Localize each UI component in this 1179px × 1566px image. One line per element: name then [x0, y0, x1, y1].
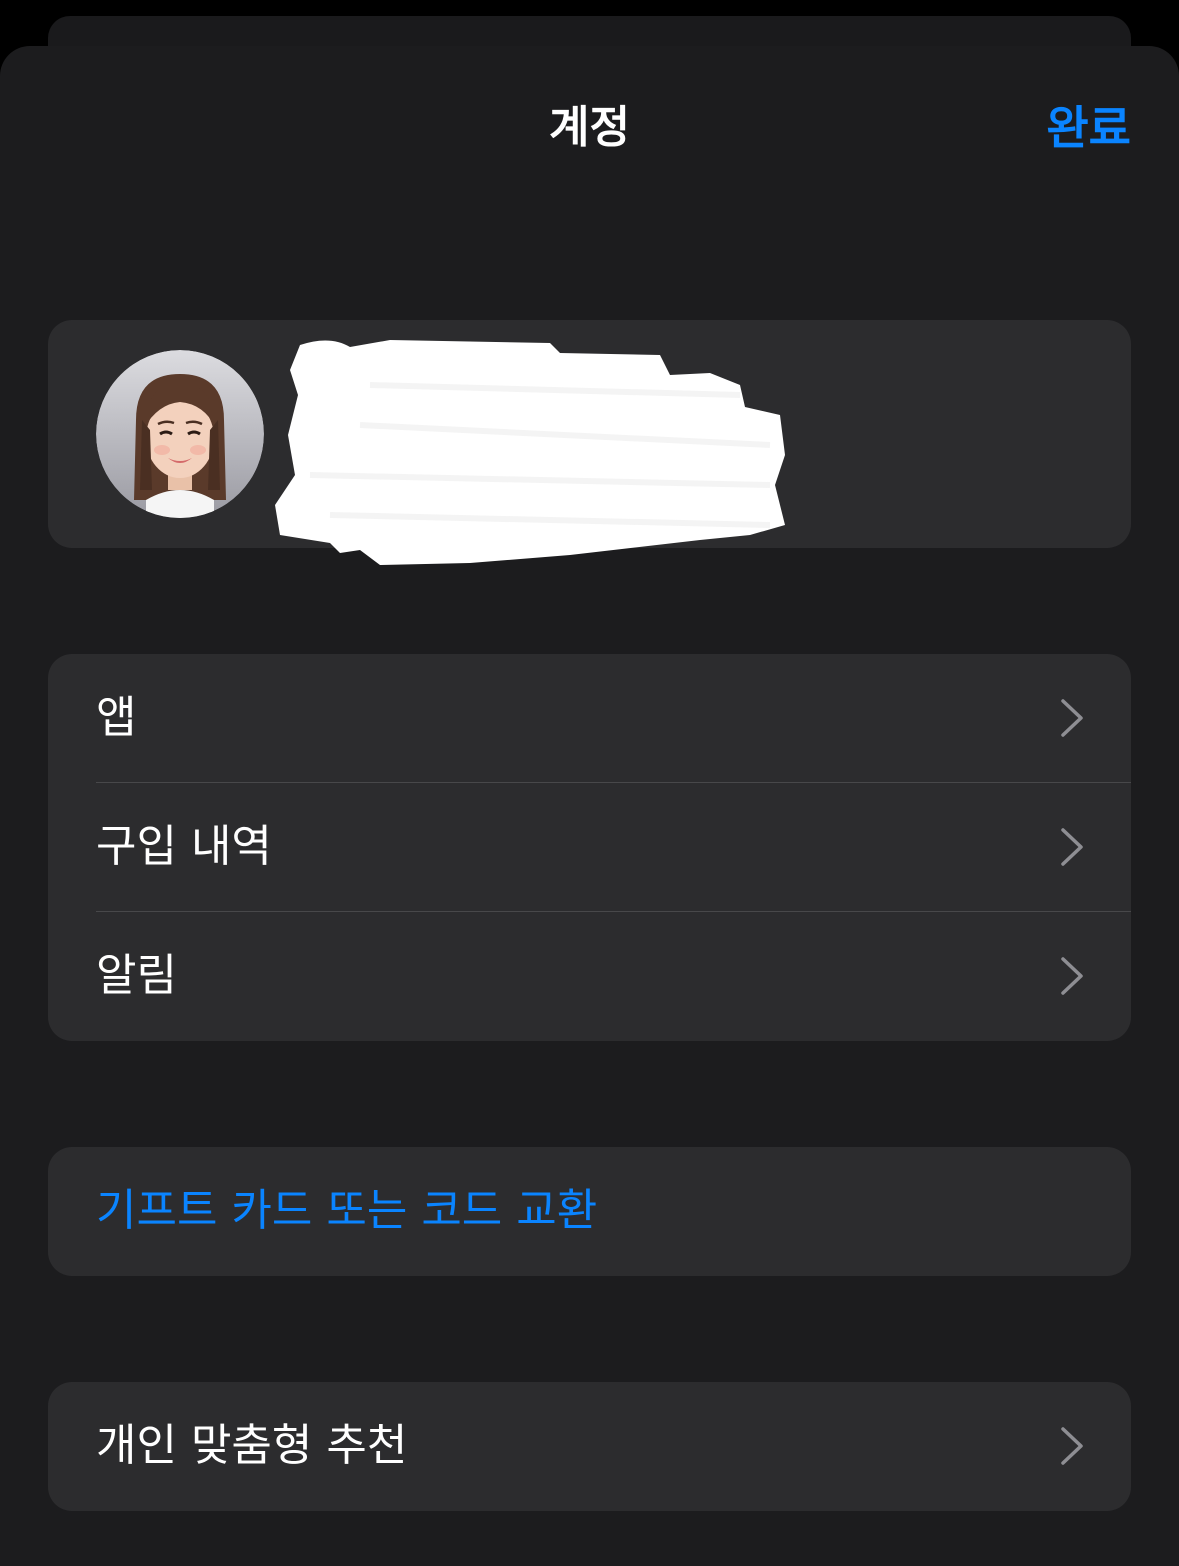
redeem-label: 기프트 카드 또는 코드 교환 — [96, 1185, 598, 1236]
menu-item-label: 구입 내역 — [96, 821, 272, 872]
redacted-name — [270, 325, 800, 570]
account-menu-list: 앱 구입 내역 알림 — [48, 654, 1131, 1041]
menu-item-label: 알림 — [96, 950, 177, 1001]
redeem-gift-card-button[interactable]: 기프트 카드 또는 코드 교환 — [48, 1147, 1131, 1276]
page-title: 계정 — [549, 102, 630, 153]
memoji-avatar-icon — [96, 350, 264, 518]
recommendations-row[interactable]: 개인 맞춤형 추천 — [48, 1382, 1131, 1510]
chevron-right-icon — [1057, 1426, 1087, 1466]
chevron-right-icon — [1057, 698, 1087, 738]
chevron-right-icon — [1057, 956, 1087, 996]
chevron-right-icon — [1057, 827, 1087, 867]
menu-item-label: 앱 — [96, 692, 137, 743]
menu-item-notifications[interactable]: 알림 — [48, 912, 1131, 1040]
menu-item-purchase-history[interactable]: 구입 내역 — [48, 783, 1131, 911]
personalized-recommendations-item[interactable]: 개인 맞춤형 추천 — [48, 1382, 1131, 1511]
menu-item-apps[interactable]: 앱 — [48, 654, 1131, 782]
recommendations-label: 개인 맞춤형 추천 — [96, 1420, 408, 1471]
done-button[interactable]: 완료 — [1046, 98, 1131, 158]
redeem-row[interactable]: 기프트 카드 또는 코드 교환 — [48, 1147, 1131, 1275]
avatar — [96, 350, 264, 518]
